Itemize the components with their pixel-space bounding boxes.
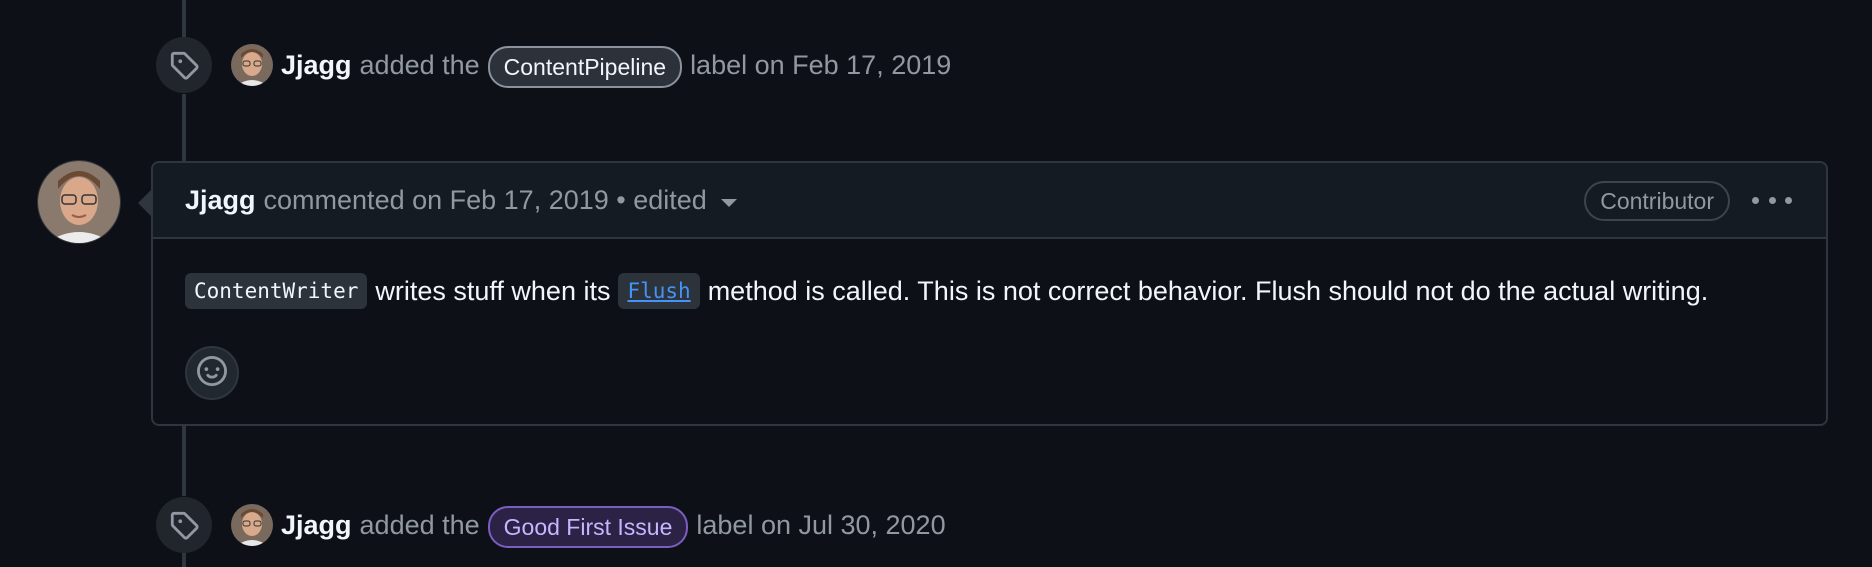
smiley-icon: [197, 355, 227, 391]
avatar[interactable]: [231, 44, 273, 86]
label-event-1: Jjagg added the ContentPipeline label on…: [231, 43, 952, 88]
tag-icon: [156, 497, 212, 553]
tag-icon: [156, 37, 212, 93]
triangle-down-icon[interactable]: [720, 199, 737, 207]
event-action-text: added the: [359, 509, 480, 540]
timeline-line-mid: [182, 94, 186, 162]
timeline-line-bottom: [182, 553, 186, 567]
event-suffix-text: label on Feb 17, 2019: [690, 49, 952, 80]
comment-header: Jjagg commented on Feb 17, 2019 • edited…: [153, 163, 1826, 239]
inline-code-link[interactable]: Flush: [618, 273, 700, 309]
comment-box: Jjagg commented on Feb 17, 2019 • edited…: [151, 161, 1828, 426]
role-badge: Contributor: [1584, 181, 1730, 221]
label-contentpipeline[interactable]: ContentPipeline: [487, 46, 683, 88]
event-author-link[interactable]: Jjagg: [281, 510, 352, 541]
add-reaction-button[interactable]: [185, 346, 239, 400]
comment-pointer: [138, 189, 152, 217]
event-author-link[interactable]: Jjagg: [281, 50, 352, 81]
comment-author-link[interactable]: Jjagg: [185, 185, 256, 216]
event-action-text: added the: [359, 49, 480, 80]
kebab-horizontal-icon[interactable]: [1752, 185, 1792, 215]
timeline-line-top: [182, 0, 186, 38]
body-text: method is called. This is not correct be…: [707, 275, 1709, 306]
label-good-first-issue[interactable]: Good First Issue: [487, 506, 689, 548]
event-suffix-text: label on Jul 30, 2020: [696, 509, 946, 540]
avatar[interactable]: [231, 504, 273, 546]
comment-body: ContentWriter writes stuff when its Flus…: [153, 239, 1826, 309]
label-event-2: Jjagg added the Good First Issue label o…: [231, 503, 946, 548]
timeline-line-lower: [182, 426, 186, 496]
comment-author-avatar[interactable]: [37, 160, 121, 244]
comment-meta[interactable]: commented on Feb 17, 2019 • edited: [264, 185, 707, 216]
inline-code: ContentWriter: [185, 273, 368, 309]
body-text: writes stuff when its: [375, 275, 611, 306]
